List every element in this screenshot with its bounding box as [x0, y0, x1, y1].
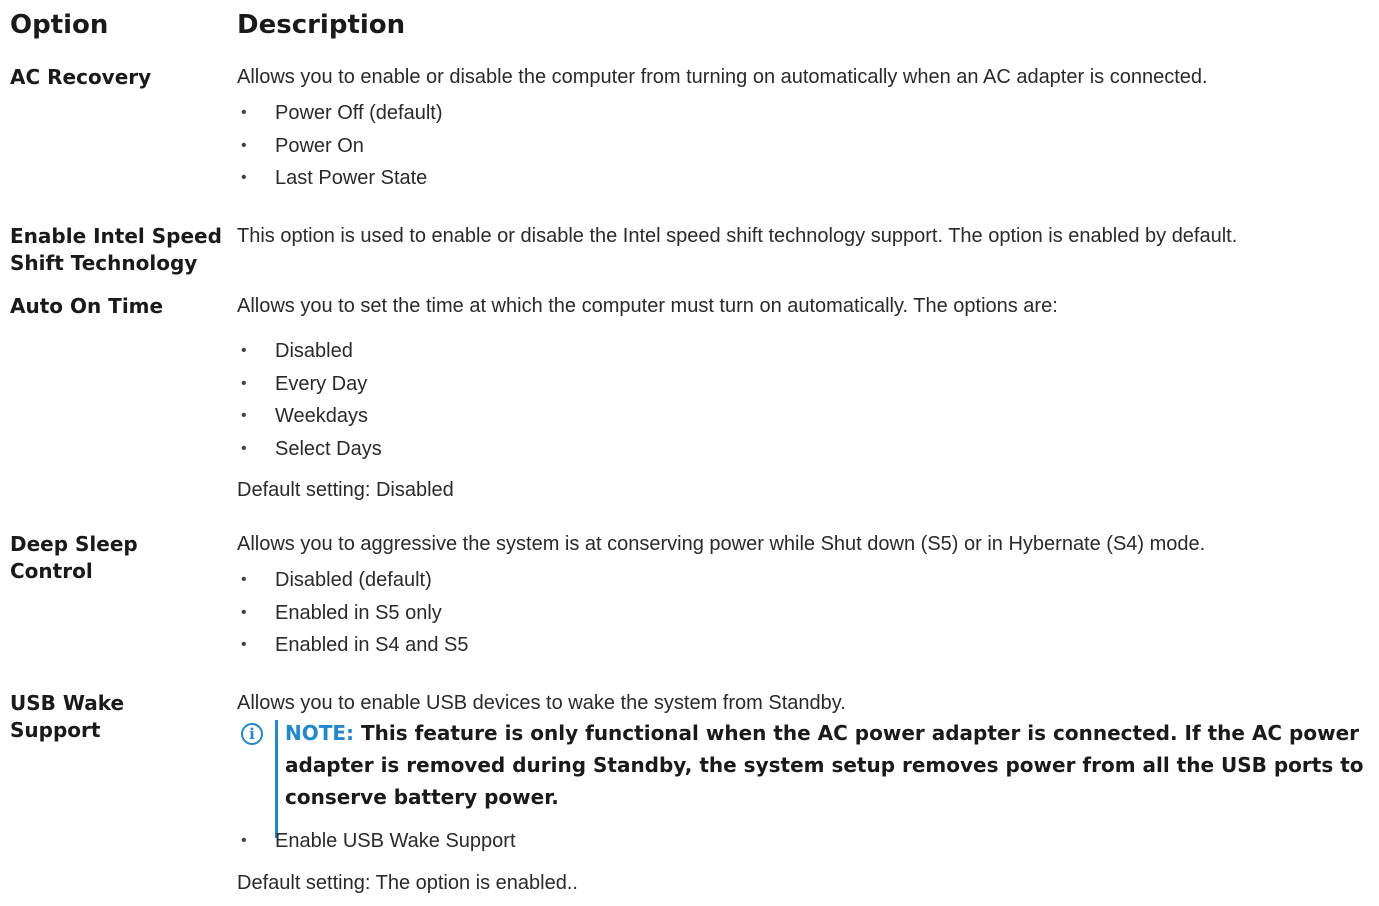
options-list: • Power Off (default) • Power On • Last Pow…	[237, 97, 1379, 195]
note-divider	[275, 720, 278, 838]
option-description: Allows you to set the time at which the …	[237, 293, 1379, 504]
header-option: Option	[10, 10, 109, 40]
list-item: • Enabled in S4 and S5	[237, 629, 1379, 662]
note-block: i NOTE: This feature is only functional …	[237, 717, 1379, 838]
bullet-icon: •	[241, 832, 247, 849]
option-name: Auto On Time	[10, 294, 164, 318]
bullet-icon: •	[241, 342, 247, 359]
bullet-icon: •	[241, 136, 247, 154]
bullet-icon: •	[241, 636, 247, 653]
default-setting: Default setting: Disabled	[237, 479, 454, 501]
bullet-icon: •	[241, 169, 247, 186]
bullet-icon: •	[241, 374, 247, 392]
default-setting: Default setting: The option is enabled..	[237, 871, 578, 894]
option-name: USB Wake Support	[10, 691, 125, 742]
options-list: • Disabled (default) • Enabled in S5 only …	[237, 564, 1379, 662]
list-item: • Select Days	[237, 433, 1379, 466]
list-item: • Disabled	[237, 335, 1379, 368]
option-description: Allows you to enable or disable the comp…	[237, 64, 1379, 195]
list-item: • Last Power State	[237, 162, 1379, 195]
description-text: Allows you to set the time at which the …	[237, 295, 1058, 317]
bullet-icon: •	[241, 439, 247, 457]
bullet-icon: •	[241, 571, 247, 588]
options-list: • Disabled • Every Day • Weekdays • Select D…	[237, 335, 1379, 465]
note-label: NOTE:	[285, 721, 355, 745]
list-item: • Disabled (default)	[237, 564, 1379, 597]
bullet-icon: •	[241, 603, 247, 621]
list-item: • Enable USB Wake Support	[237, 825, 1379, 858]
option-name: Enable Intel Speed Shift Technology	[10, 224, 222, 275]
table-header: Option Description	[10, 10, 1369, 44]
info-icon: i	[241, 723, 263, 745]
bullet-icon: •	[241, 407, 247, 424]
description-text: This option is used to enable or disable…	[237, 225, 1238, 247]
list-item: • Enabled in S5 only	[237, 597, 1379, 630]
list-item: • Power Off (default)	[237, 97, 1379, 130]
option-description: This option is used to enable or disable…	[237, 223, 1379, 250]
description-text: Allows you to aggressive the system is a…	[237, 533, 1206, 555]
description-text: Allows you to enable USB devices to wake…	[237, 692, 846, 714]
option-description: Allows you to aggressive the system is a…	[237, 531, 1379, 662]
list-item: • Weekdays	[237, 400, 1379, 433]
list-item: • Power On	[237, 130, 1379, 163]
bios-options-page: Option Description AC Recovery Allows yo…	[0, 0, 1379, 906]
options-list: • Enable USB Wake Support	[237, 825, 1379, 858]
list-item: • Every Day	[237, 368, 1379, 401]
bullet-icon: •	[241, 104, 247, 121]
option-description: Allows you to enable USB devices to wake…	[237, 690, 1379, 897]
option-name: AC Recovery	[10, 65, 152, 89]
note-text: NOTE: This feature is only functional wh…	[285, 721, 1364, 809]
option-name: Deep Sleep Control	[10, 532, 138, 583]
description-text: Allows you to enable or disable the comp…	[237, 66, 1208, 88]
header-description: Description	[237, 10, 406, 40]
